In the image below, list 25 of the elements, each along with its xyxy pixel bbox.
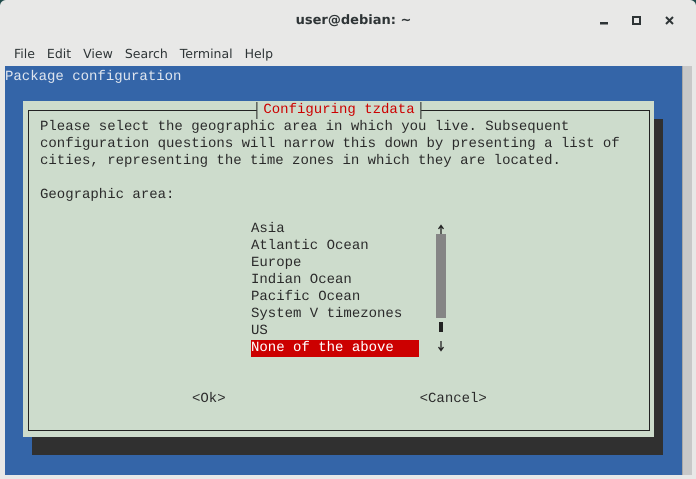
dialog-message: Please select the geographic area in which you live. Subsequent configuration questions will narrow this down by presenting a list of cities, representing the time zones in which they are located. xyxy=(40,119,621,170)
menu-item[interactable]: View xyxy=(77,46,119,60)
menu-item[interactable]: File xyxy=(8,46,41,60)
list-label: Geographic area: xyxy=(40,187,176,204)
dialog-button[interactable]: <Ok> xyxy=(192,391,226,408)
scrollbar[interactable] xyxy=(682,66,692,475)
list-item[interactable]: Asia xyxy=(251,221,419,238)
list-item[interactable]: Atlantic Ocean xyxy=(251,238,419,255)
close-icon[interactable] xyxy=(665,16,674,25)
maximize-icon[interactable] xyxy=(632,16,641,25)
menu-item[interactable]: Help xyxy=(238,46,280,60)
screen-title: Package configuration xyxy=(5,69,182,86)
list-item[interactable]: Indian Ocean xyxy=(251,272,419,289)
menu-item[interactable]: Edit xyxy=(40,46,78,60)
menu-item[interactable]: Terminal xyxy=(174,46,239,60)
dialog-title: Configuring tzdata xyxy=(256,102,422,119)
menu-item[interactable]: Search xyxy=(118,46,174,60)
list-item[interactable]: None of the above xyxy=(251,340,419,357)
list-item[interactable]: Pacific Ocean xyxy=(251,289,419,306)
window-title: user@debian: ~ xyxy=(296,12,412,28)
dialog-button[interactable]: <Cancel> xyxy=(420,391,487,408)
list-item[interactable]: System V timezones xyxy=(251,306,419,323)
minimize-icon[interactable] xyxy=(600,22,608,25)
list-item[interactable]: US xyxy=(251,323,419,340)
list-item[interactable]: Europe xyxy=(251,255,419,272)
